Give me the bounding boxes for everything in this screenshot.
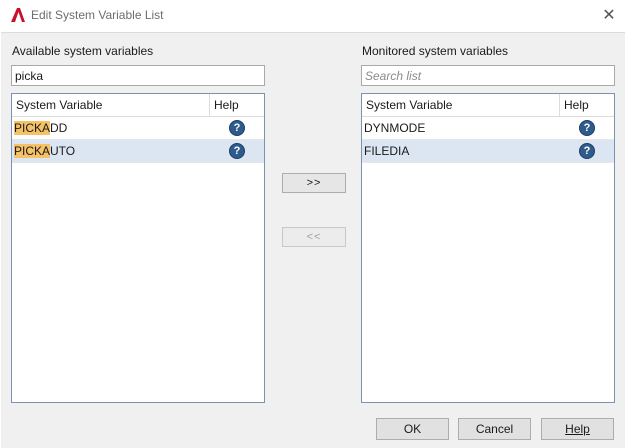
- available-search-input[interactable]: [11, 65, 265, 86]
- remove-from-monitored-button[interactable]: <<: [282, 227, 346, 247]
- help-question-icon[interactable]: ?: [229, 143, 245, 159]
- available-label: Available system variables: [12, 44, 154, 58]
- cancel-button[interactable]: Cancel: [458, 418, 531, 440]
- autocad-logo-icon: [11, 8, 25, 22]
- help-question-icon[interactable]: ?: [579, 143, 595, 159]
- variable-name-rest: DD: [50, 121, 68, 135]
- help-question-icon[interactable]: ?: [229, 120, 245, 136]
- variable-name: PICKADD: [12, 121, 210, 135]
- column-help[interactable]: Help: [210, 94, 264, 116]
- help-question-icon[interactable]: ?: [579, 120, 595, 136]
- add-to-monitored-button[interactable]: >>: [282, 173, 346, 193]
- monitored-search-input[interactable]: [361, 65, 615, 86]
- column-help[interactable]: Help: [560, 94, 614, 116]
- available-list-header: System Variable Help: [12, 94, 264, 117]
- column-system-variable[interactable]: System Variable: [362, 94, 560, 116]
- close-icon: ✕: [602, 7, 616, 24]
- column-system-variable[interactable]: System Variable: [12, 94, 210, 116]
- variable-name-rest: UTO: [50, 144, 76, 158]
- available-list[interactable]: System Variable Help PICKADD ? PICKAUTO …: [11, 93, 265, 403]
- monitored-label: Monitored system variables: [362, 44, 509, 58]
- available-row-pickadd[interactable]: PICKADD ?: [12, 117, 264, 140]
- close-button[interactable]: ✕: [598, 4, 620, 26]
- help-button-label: Help: [565, 422, 590, 436]
- help-button[interactable]: Help: [541, 418, 614, 440]
- monitored-row-filedia[interactable]: FILEDIA ?: [362, 140, 614, 163]
- monitored-list-header: System Variable Help: [362, 94, 614, 117]
- variable-name: FILEDIA: [364, 144, 410, 158]
- monitored-list[interactable]: System Variable Help DYNMODE ? FILEDIA ?: [361, 93, 615, 403]
- available-row-pickauto[interactable]: PICKAUTO ?: [12, 140, 264, 163]
- variable-name: DYNMODE: [364, 121, 426, 135]
- search-match-highlight: PICKA: [14, 121, 51, 135]
- title-bar: Edit System Variable List ✕: [0, 0, 626, 32]
- window-title: Edit System Variable List: [31, 8, 164, 22]
- dialog-body: Available system variables System Variab…: [1, 32, 625, 448]
- ok-button[interactable]: OK: [376, 418, 449, 440]
- search-match-highlight: PICKA: [14, 144, 51, 158]
- variable-name: PICKAUTO: [12, 144, 210, 158]
- monitored-row-dynmode[interactable]: DYNMODE ?: [362, 117, 614, 140]
